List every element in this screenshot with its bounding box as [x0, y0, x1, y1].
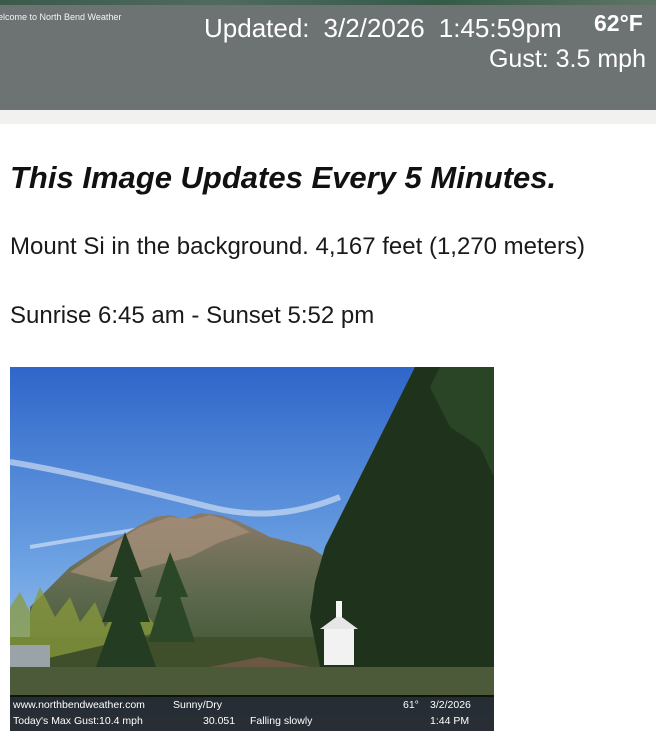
welcome-text: elcome to North Bend Weather	[0, 12, 122, 22]
header-stripe	[0, 0, 656, 5]
webcam-site: www.northbendweather.com	[13, 699, 145, 711]
webcam-max-gust: Today's Max Gust:10.4 mph	[13, 715, 143, 727]
updated-label: Updated:	[204, 13, 310, 43]
house-roof-left	[10, 645, 50, 667]
header-divider	[0, 110, 656, 124]
steeple-spire	[336, 601, 342, 617]
mount-info-text: Mount Si in the background. 4,167 feet (…	[10, 233, 586, 260]
webcam-pressure-trend: Falling slowly	[250, 715, 313, 727]
current-gust: Gust: 3.5 mph	[488, 45, 646, 73]
webcam-date: 3/2/2026	[430, 699, 471, 711]
white-steeple-building	[324, 629, 354, 665]
webcam-condition: Sunny/Dry	[173, 699, 223, 711]
webcam-image[interactable]: www.northbendweather.com Sunny/Dry 61° 3…	[10, 367, 494, 731]
header-bar: elcome to North Bend Weather Updated: 3/2…	[0, 0, 656, 110]
updated-date: 3/2/2026	[323, 13, 425, 43]
webcam-caption-bar: www.northbendweather.com Sunny/Dry 61° 3…	[10, 695, 494, 731]
updated-timestamp: Updated: 3/2/2026 1:45:59pm	[204, 13, 562, 44]
webcam-time: 1:44 PM	[430, 715, 470, 727]
current-temperature: 62°F	[594, 10, 643, 36]
webcam-temp: 61°	[403, 699, 419, 711]
webcam-pressure: 30.051	[203, 715, 236, 727]
ground	[10, 667, 494, 697]
sun-times-text: Sunrise 6:45 am - Sunset 5:52 pm	[10, 302, 375, 329]
page-heading: This Image Updates Every 5 Minutes.	[10, 160, 557, 195]
webcam-scene	[10, 367, 494, 731]
updated-time: 1:45:59pm	[438, 13, 562, 43]
